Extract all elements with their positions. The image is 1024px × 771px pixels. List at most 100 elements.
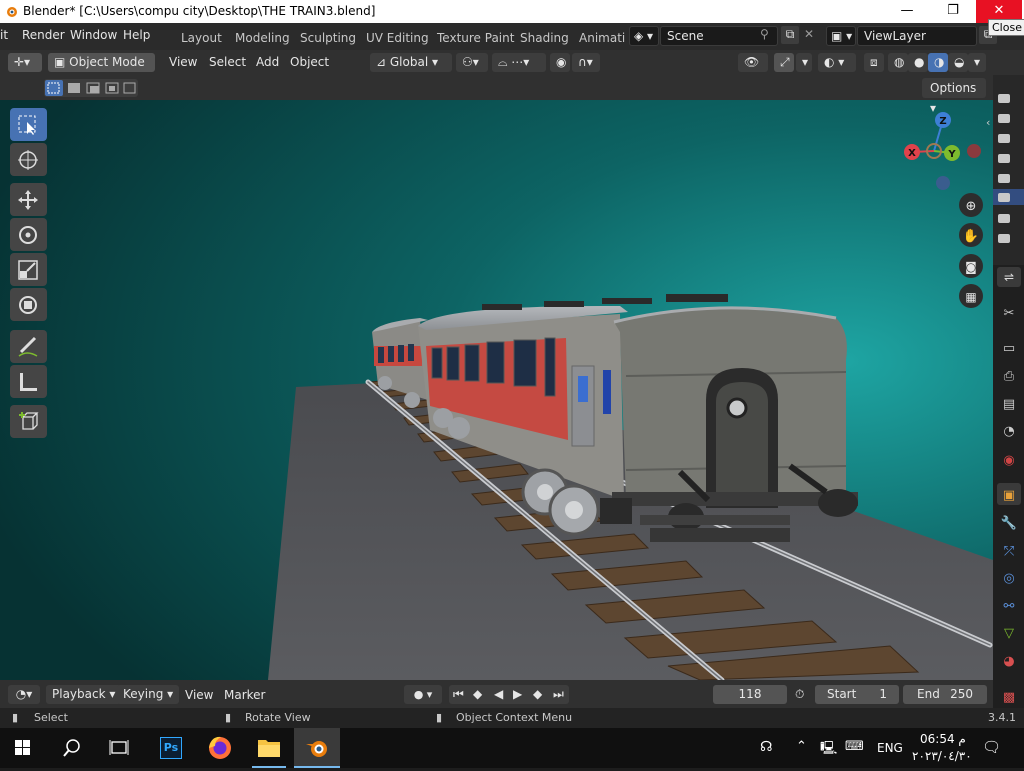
shading-material-button[interactable]: ◑ [928,53,948,72]
network-icon[interactable]: 🖳 [820,739,837,761]
tab-texture-paint[interactable]: Texture Paint [437,31,514,45]
gizmo-neg-z[interactable] [936,176,950,190]
gizmo-dropdown[interactable]: ▾ [796,53,812,72]
editor-type-button[interactable]: ✛▾ [8,53,42,72]
properties-tabs[interactable]: ⇌ ✂ ▭ ⎙ ▤ ◔ ◉ ▣ 🔧 ⤱ ◎ ⚯ ▽ ◕ ▩ [993,265,1024,710]
data-tab-icon[interactable]: ▽ [1004,626,1014,641]
output-tab-icon[interactable]: ⎙ [1004,369,1015,384]
play-reverse-icon[interactable]: ◀ [494,687,503,701]
clock-time[interactable]: 06:54 م [920,732,966,746]
view-layer-tab-icon[interactable]: ▤ [1003,397,1015,412]
move-tool[interactable] [10,183,47,216]
snap-toggle[interactable]: ⌓ ⋯▾ [492,53,546,72]
clock-date[interactable]: ٢٠٢٣/٠٤/٣٠ [912,749,972,763]
current-frame-field[interactable]: 118 [713,685,787,704]
auto-keying-button[interactable]: ● ▾ [404,685,442,704]
tab-modeling[interactable]: Modeling [235,31,290,45]
menu-render[interactable]: Render [22,28,65,42]
menu-object[interactable]: Object [290,55,329,69]
physics-tab-icon[interactable]: ◎ [1003,571,1014,586]
end-frame-field[interactable]: End 250 [903,685,987,704]
new-scene-icon[interactable]: ⧉ [781,26,799,44]
firefox-taskbar-button[interactable] [197,728,243,768]
viewlayer-name-field[interactable]: ViewLayer [857,26,977,46]
tray-chevron-up-icon[interactable]: ⌃ [796,739,807,754]
pivot-point-dropdown[interactable]: ⚇▾ [456,53,488,72]
overlays-dropdown[interactable]: ◐ ▾ [818,53,856,72]
viewlayer-browse-button[interactable]: ▣ ▾ [826,26,856,46]
particles-tab-icon[interactable]: ⤱ [1003,544,1014,559]
xray-toggle[interactable]: ⧈ [864,53,884,72]
proportional-edit-toggle[interactable]: ◉ [550,53,570,72]
tab-animation[interactable]: Animati [579,31,625,45]
select-box-tool[interactable] [10,108,47,141]
prev-keyframe-icon[interactable]: ◆ [473,687,482,701]
transform-tool[interactable] [10,288,47,321]
input-language[interactable]: ENG [877,741,903,755]
playback-dropdown[interactable]: Playback ▾ [46,685,122,704]
stopwatch-icon[interactable]: ⏱ [795,687,804,702]
scene-tab-icon[interactable]: ◔ [1003,424,1014,439]
minimize-button[interactable]: — [884,0,930,23]
menu-add[interactable]: Add [256,55,279,69]
mode-dropdown[interactable]: ▣ Object Mode ▾ [48,53,155,88]
transform-orientation-dropdown[interactable]: ⊿ Global ▾ [370,53,452,72]
texture-tab-icon[interactable]: ▩ [1003,690,1015,705]
selection-mode-icons[interactable] [44,79,140,97]
measure-tool[interactable] [10,365,47,398]
add-cube-tool[interactable] [10,405,47,438]
file-explorer-taskbar-button[interactable] [246,728,292,768]
options-dropdown[interactable]: Options ▾ [922,78,986,115]
annotate-tool[interactable] [10,330,47,363]
task-view-button[interactable] [96,728,142,768]
sidebar-toggle-icon[interactable]: ‹ [986,116,990,129]
tab-uv-editing[interactable]: UV Editing [366,31,429,45]
blender-taskbar-button[interactable] [294,728,340,768]
menu-window[interactable]: Window [70,28,117,42]
navigation-gizmo[interactable]: Z Y X ⊕ ✋ ◙ ▦ [898,108,990,314]
tab-sculpting[interactable]: Sculpting [300,31,356,45]
jump-end-icon[interactable]: ⏭ [553,687,564,702]
rotate-tool[interactable] [10,218,47,251]
modifier-tab-icon[interactable]: 🔧 [1001,514,1017,531]
keyboard-icon[interactable]: ⌨ [845,739,864,754]
material-tab-icon[interactable]: ◕ [1003,654,1014,669]
constraints-tab-icon[interactable]: ⚯ [1004,599,1015,614]
shading-rendered-button[interactable]: ◒ [948,53,968,72]
scene-browse-button[interactable]: ◈ ▾ [629,26,659,46]
falloff-dropdown[interactable]: ∩▾ [572,53,600,72]
viewport-scene[interactable] [0,100,993,680]
play-icon[interactable]: ▶ [513,687,522,701]
tab-shading[interactable]: Shading [520,31,569,45]
jump-start-icon[interactable]: ⏮ [453,687,464,702]
object-tab-icon[interactable]: ▣ [1003,488,1015,503]
shading-solid-button[interactable]: ● [908,53,928,72]
timeline-menu-view[interactable]: View [185,688,213,702]
start-button[interactable] [0,728,46,768]
gizmo-neg-x[interactable] [967,144,981,158]
maximize-button[interactable]: ❐ [930,0,976,23]
world-tab-icon[interactable]: ◉ [1003,453,1014,468]
menu-file[interactable]: it [0,28,8,42]
keying-dropdown[interactable]: Keying ▾ [117,685,180,704]
next-keyframe-icon[interactable]: ◆ [533,687,542,701]
tab-layout[interactable]: Layout [181,31,222,45]
menu-view[interactable]: View [169,55,197,69]
menu-select[interactable]: Select [209,55,246,69]
tool-tab-icon[interactable]: ✂ [1004,306,1015,321]
visibility-dropdown[interactable]: 👁▾ [738,53,768,88]
scale-tool[interactable] [10,253,47,286]
3d-viewport[interactable] [0,100,993,680]
timeline-editor-type[interactable]: ◔▾ [8,685,40,704]
outliner-visibility-column[interactable] [993,75,1024,265]
shading-wireframe-button[interactable]: ◍ [888,53,908,72]
gizmo-toggle[interactable]: ⤢ [774,53,794,72]
photoshop-taskbar-button[interactable]: Ps [148,728,194,768]
render-tab-icon[interactable]: ▭ [1003,341,1015,356]
start-frame-field[interactable]: Start 1 [815,685,899,704]
people-icon[interactable]: ☊ [760,739,772,755]
pin-icon[interactable]: ⚲ [760,27,769,41]
remove-scene-icon[interactable]: ✕ [804,27,814,41]
cursor-tool[interactable] [10,143,47,176]
menu-help[interactable]: Help [123,28,150,42]
